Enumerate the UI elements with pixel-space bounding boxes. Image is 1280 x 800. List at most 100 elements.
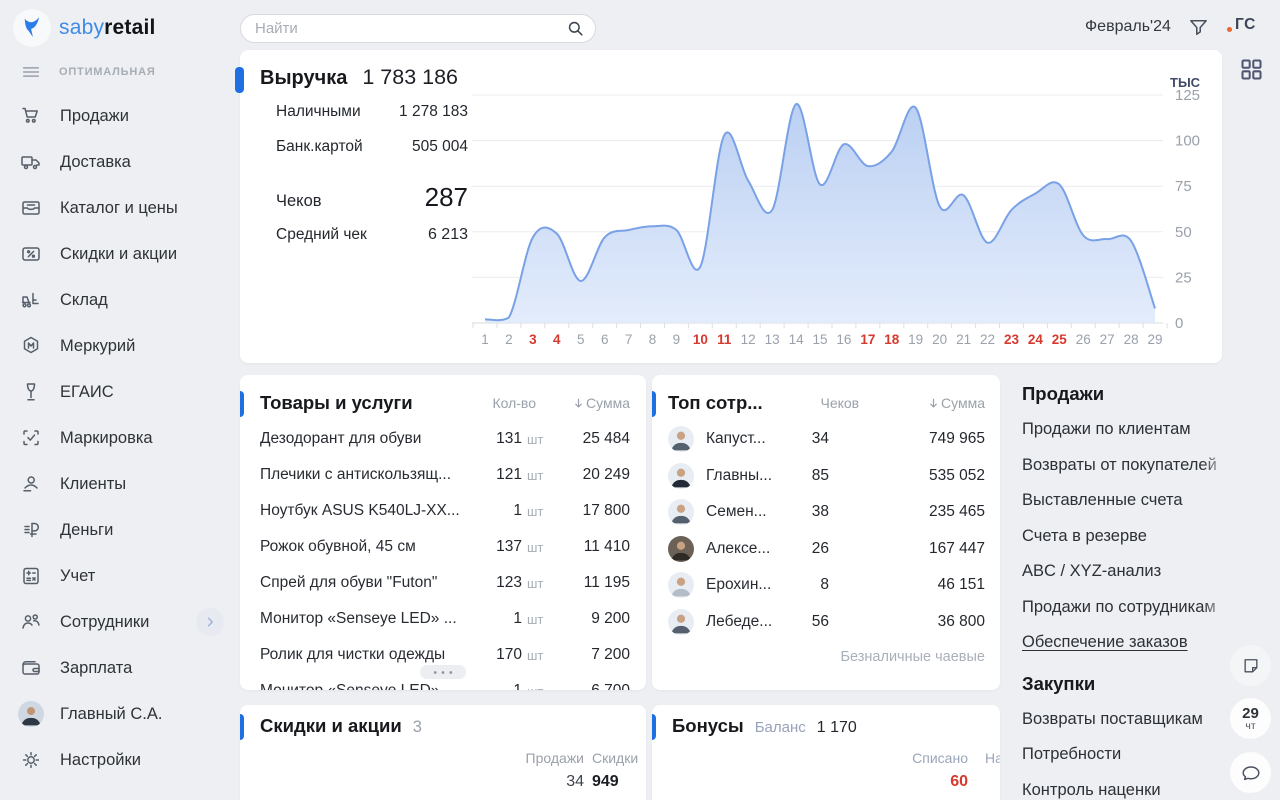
revenue-area-chart: 0255075100125123456789101112131415161718… (470, 86, 1218, 356)
sidebar-item[interactable]: Клиенты (0, 461, 236, 507)
sales-link[interactable]: Обеспечение заказов (1022, 625, 1232, 661)
revenue-card-row: Банк.картой 505 004 (276, 138, 468, 156)
product-row[interactable]: Спрей для обуви "Futon" 123 шт 11 195 (240, 565, 646, 601)
employee-row[interactable]: Алексе... 26 167 447 (652, 531, 1000, 568)
sales-link[interactable]: ABC / XYZ-анализ (1022, 554, 1232, 590)
grid-icon[interactable] (1238, 56, 1265, 88)
bonuses-title[interactable]: Бонусы (672, 715, 744, 737)
sidebar-item-label: Зарплата (60, 659, 132, 678)
sidebar-item[interactable]: Учет (0, 553, 236, 599)
column-header-checks[interactable]: Чеков (821, 395, 871, 411)
employee-row[interactable]: Капуст... 34 749 965 (652, 421, 1000, 458)
product-qty: 1 (464, 682, 522, 690)
employee-row[interactable]: Ерохин... 8 46 151 (652, 567, 1000, 604)
app-logo[interactable]: sabyretail (0, 0, 236, 47)
sales-link[interactable]: Выставленные счета (1022, 483, 1232, 519)
column-header-qty[interactable]: Кол-во (464, 395, 546, 411)
saby-bird-icon (13, 9, 51, 47)
employee-sum: 749 965 (835, 430, 985, 448)
employee-avatar (668, 536, 694, 562)
employee-checks: 26 (785, 540, 835, 558)
column-header-discounts: Скидки (592, 750, 638, 766)
sales-link[interactable]: Счета в резерве (1022, 519, 1232, 555)
bonuses-balance-label: Баланс (755, 719, 806, 736)
chat-button[interactable] (1230, 752, 1271, 793)
products-header: Товары и услуги Кол-во Сумма (240, 375, 646, 421)
employees-header: Топ сотр... Чеков Сумма (652, 375, 1000, 421)
chevron-right-icon[interactable] (196, 608, 224, 636)
purchases-link[interactable]: Возвраты поставщикам (1022, 702, 1232, 738)
discounts-title[interactable]: Скидки и акции (260, 715, 402, 737)
products-list: Дезодорант для обуви 131 шт 25 484 Плечи… (240, 421, 646, 690)
hamburger-icon[interactable] (20, 61, 42, 83)
product-unit: шт (522, 612, 546, 627)
clients-icon (18, 471, 44, 497)
svg-text:23: 23 (1004, 332, 1020, 347)
svg-text:15: 15 (812, 332, 827, 347)
employee-avatar (668, 463, 694, 489)
employee-row[interactable]: Лебеде... 56 36 800 (652, 604, 1000, 641)
sidebar-item[interactable]: Доставка (0, 139, 236, 185)
purchases-link[interactable]: Контроль наценки (1022, 773, 1232, 800)
product-row[interactable]: Ноутбук ASUS K540LJ-XX... 1 шт 17 800 (240, 493, 646, 529)
svg-text:26: 26 (1076, 332, 1091, 347)
purchases-link[interactable]: Потребности (1022, 737, 1232, 773)
sidebar-item[interactable]: Склад (0, 277, 236, 323)
product-row[interactable]: Плечики с антискользящ... 121 шт 20 249 (240, 457, 646, 493)
sidebar-item-label: Каталог и цены (60, 199, 178, 218)
sidebar-item[interactable]: Деньги (0, 507, 236, 553)
sidebar-item[interactable]: Каталог и цены (0, 185, 236, 231)
product-name: Монитор «Senseye LED» ... (260, 610, 464, 628)
ruble-icon (18, 517, 44, 543)
sidebar-item[interactable]: Настройки (0, 737, 236, 783)
sales-link[interactable]: Возвраты от покупателей (1022, 448, 1232, 484)
sidebar-item-label: Сотрудники (60, 613, 149, 632)
ellipsis-icon[interactable] (420, 665, 466, 679)
products-title[interactable]: Товары и услуги (260, 392, 464, 414)
calendar-button[interactable]: 29 чт (1230, 698, 1271, 739)
product-unit: шт (522, 648, 546, 663)
sales-link[interactable]: Продажи по клиентам (1022, 412, 1232, 448)
product-row[interactable]: Монитор «Senseye LED» ... 1 шт 9 200 (240, 601, 646, 637)
sidebar-item[interactable]: Главный С.А. (0, 691, 236, 737)
sidebar-item[interactable]: Маркировка (0, 415, 236, 461)
svg-text:28: 28 (1124, 332, 1139, 347)
sidebar-item[interactable]: Зарплата (0, 645, 236, 691)
profile-button[interactable]: ГС (1235, 16, 1256, 34)
column-header-spent: Списано (912, 750, 968, 766)
employee-name: Главны... (706, 467, 785, 485)
sidebar-item[interactable]: Меркурий (0, 323, 236, 369)
column-header-sum[interactable]: Сумма (546, 395, 630, 411)
product-row[interactable]: Дезодорант для обуви 131 шт 25 484 (240, 421, 646, 457)
sales-section-title: Продажи (1022, 383, 1232, 412)
search-bar[interactable] (240, 14, 596, 43)
product-sum: 11 195 (546, 574, 630, 592)
employees-title[interactable]: Топ сотр... (668, 392, 821, 414)
column-header-sum[interactable]: Сумма (871, 395, 986, 411)
product-unit: шт (522, 540, 546, 555)
magnifier-icon[interactable] (566, 19, 585, 38)
revenue-title[interactable]: Выручка (260, 67, 347, 90)
product-name: Монитор «Senseye LED»... (260, 682, 464, 690)
svg-text:4: 4 (553, 332, 561, 347)
sidebar-item[interactable]: ЕГАИС (0, 369, 236, 415)
search-input[interactable] (255, 20, 566, 37)
employee-row[interactable]: Главны... 85 535 052 (652, 458, 1000, 495)
sidebar-item-label: Настройки (60, 751, 141, 770)
sidebar-item[interactable]: Сотрудники (0, 599, 236, 645)
employee-row[interactable]: Семен... 38 235 465 (652, 494, 1000, 531)
product-row[interactable]: Рожок обувной, 45 см 137 шт 11 410 (240, 529, 646, 565)
sidebar-item[interactable]: Скидки и акции (0, 231, 236, 277)
employee-checks: 85 (785, 467, 835, 485)
staff-icon (18, 609, 44, 635)
sales-link[interactable]: Продажи по сотрудникам (1022, 590, 1232, 626)
notes-button[interactable] (1230, 645, 1271, 686)
period-selector[interactable]: Февраль'24 (1085, 18, 1171, 36)
bonuses-balance-value: 1 170 (817, 719, 857, 737)
cashless-tips-link[interactable]: Безналичные чаевые (841, 649, 986, 665)
product-name: Ролик для чистки одежды (260, 646, 464, 664)
employee-sum: 46 151 (835, 576, 985, 594)
sidebar-item-label: Маркировка (60, 429, 153, 448)
sidebar-item[interactable]: Продажи (0, 93, 236, 139)
funnel-icon[interactable] (1187, 16, 1210, 44)
